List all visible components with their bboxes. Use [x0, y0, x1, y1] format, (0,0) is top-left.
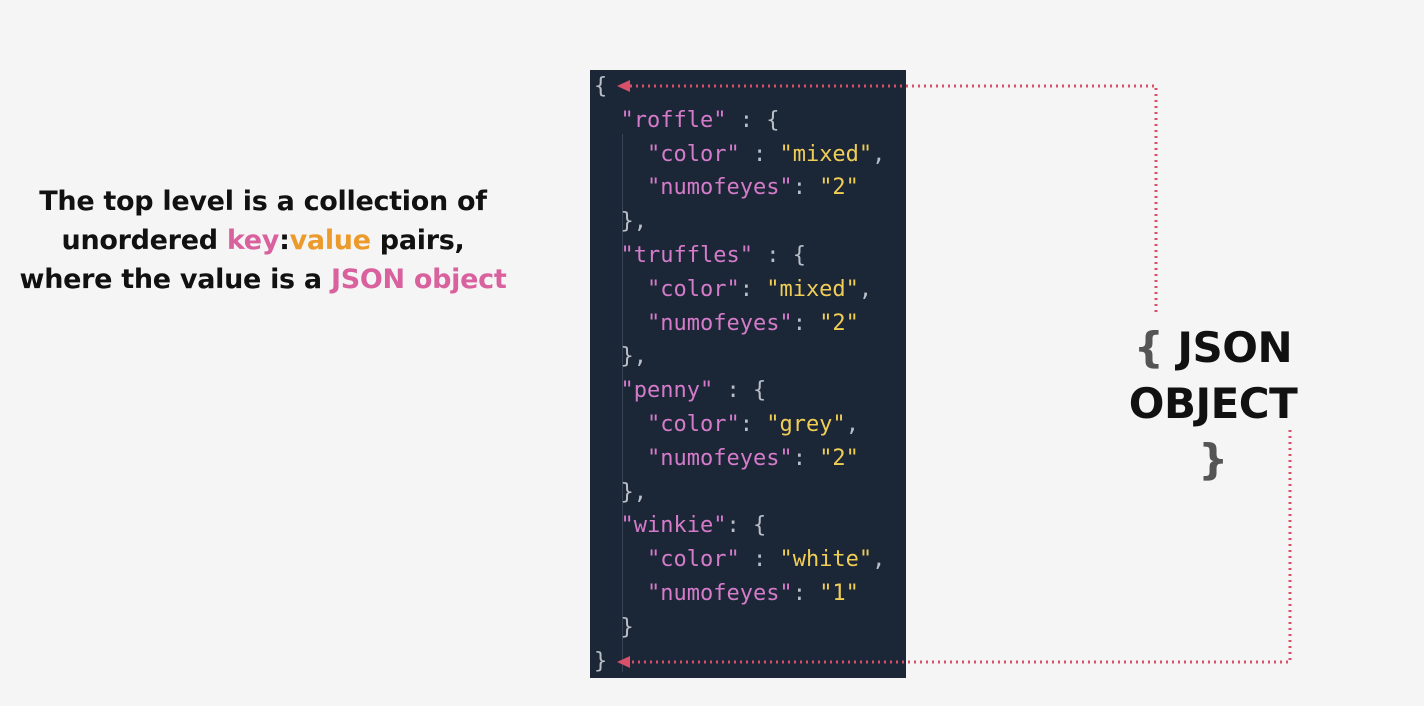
json-object-label: { JSON OBJECT } — [1118, 320, 1308, 488]
top-dotted-connector — [630, 84, 1158, 312]
bottom-arrowhead — [617, 656, 630, 668]
top-arrowhead — [617, 80, 630, 92]
label-object: OBJECT — [1128, 379, 1298, 428]
label-json: JSON — [1177, 323, 1293, 372]
close-brace: } — [1198, 435, 1228, 484]
open-brace: { — [1133, 323, 1164, 372]
